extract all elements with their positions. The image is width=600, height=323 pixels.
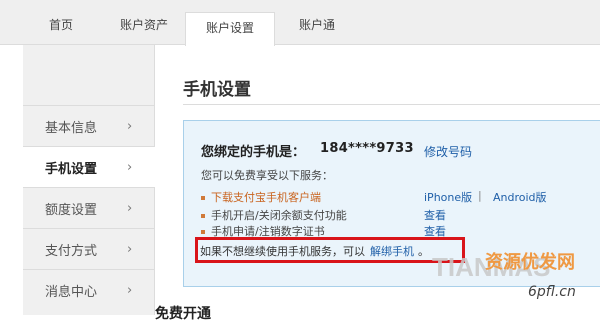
tab-home[interactable]: 首页 bbox=[44, 10, 78, 44]
sidebar-item-message-center[interactable]: 消息中心 › bbox=[23, 269, 154, 310]
highlight-box bbox=[195, 237, 465, 263]
android-version-link[interactable]: Android版 bbox=[493, 189, 547, 205]
title-divider bbox=[183, 104, 600, 105]
bound-phone-number: 184****9733 bbox=[320, 141, 414, 156]
iphone-version-link[interactable]: iPhone版 bbox=[424, 189, 472, 205]
service-label: 手机开启/关闭余额支付功能 bbox=[211, 209, 347, 222]
sidebar: 基本信息 › 手机设置 › 额度设置 › 支付方式 › 消息中心 › bbox=[23, 45, 155, 315]
chevron-right-icon: › bbox=[127, 242, 133, 257]
sidebar-item-basic-info[interactable]: 基本信息 › bbox=[23, 105, 154, 146]
chevron-right-icon: › bbox=[127, 283, 133, 298]
view-link[interactable]: 查看 bbox=[424, 207, 446, 223]
sidebar-item-payment-methods[interactable]: 支付方式 › bbox=[23, 228, 154, 269]
top-navigation: 首页 账户资产 账户设置 账户通 bbox=[0, 0, 600, 46]
bound-phone-label: 您绑定的手机是： bbox=[201, 145, 306, 160]
chevron-right-icon: › bbox=[127, 119, 133, 134]
sidebar-item-label: 额度设置 bbox=[45, 203, 98, 218]
sidebar-item-phone-settings[interactable]: 手机设置 › bbox=[23, 146, 155, 187]
section-heading: 免费开通 bbox=[155, 306, 211, 322]
modify-number-link[interactable]: 修改号码 bbox=[424, 143, 472, 160]
tab-account-assets[interactable]: 账户资产 bbox=[116, 10, 172, 44]
chevron-right-icon: › bbox=[127, 201, 133, 216]
watermark-logo: TIANMAS 资源优发网 6pfl.cn bbox=[432, 251, 576, 300]
tab-account-settings[interactable]: 账户设置 bbox=[185, 12, 275, 46]
page-title: 手机设置 bbox=[183, 80, 251, 100]
bullet-icon bbox=[201, 196, 205, 200]
sidebar-item-limit-settings[interactable]: 额度设置 › bbox=[23, 187, 154, 228]
sidebar-item-label: 消息中心 bbox=[45, 285, 98, 300]
free-services-intro: 您可以免费享受以下服务： bbox=[201, 169, 333, 182]
service-item: 手机开启/关闭余额支付功能 bbox=[201, 207, 347, 223]
bullet-icon bbox=[201, 214, 205, 218]
sidebar-item-label: 基本信息 bbox=[45, 121, 98, 136]
chevron-right-icon: › bbox=[127, 160, 133, 175]
bullet-icon bbox=[201, 230, 205, 234]
watermark-domain-text: 6pfl.cn bbox=[528, 284, 576, 300]
watermark-cn-text: 资源优发网 bbox=[485, 251, 575, 273]
service-label: 下载支付宝手机客户端 bbox=[211, 191, 321, 204]
sidebar-item-label: 支付方式 bbox=[45, 244, 98, 259]
tab-account-pass[interactable]: 账户通 bbox=[295, 10, 339, 44]
service-item[interactable]: 下载支付宝手机客户端 bbox=[201, 189, 321, 205]
link-separator: | bbox=[478, 189, 482, 202]
sidebar-item-label: 手机设置 bbox=[45, 162, 98, 177]
